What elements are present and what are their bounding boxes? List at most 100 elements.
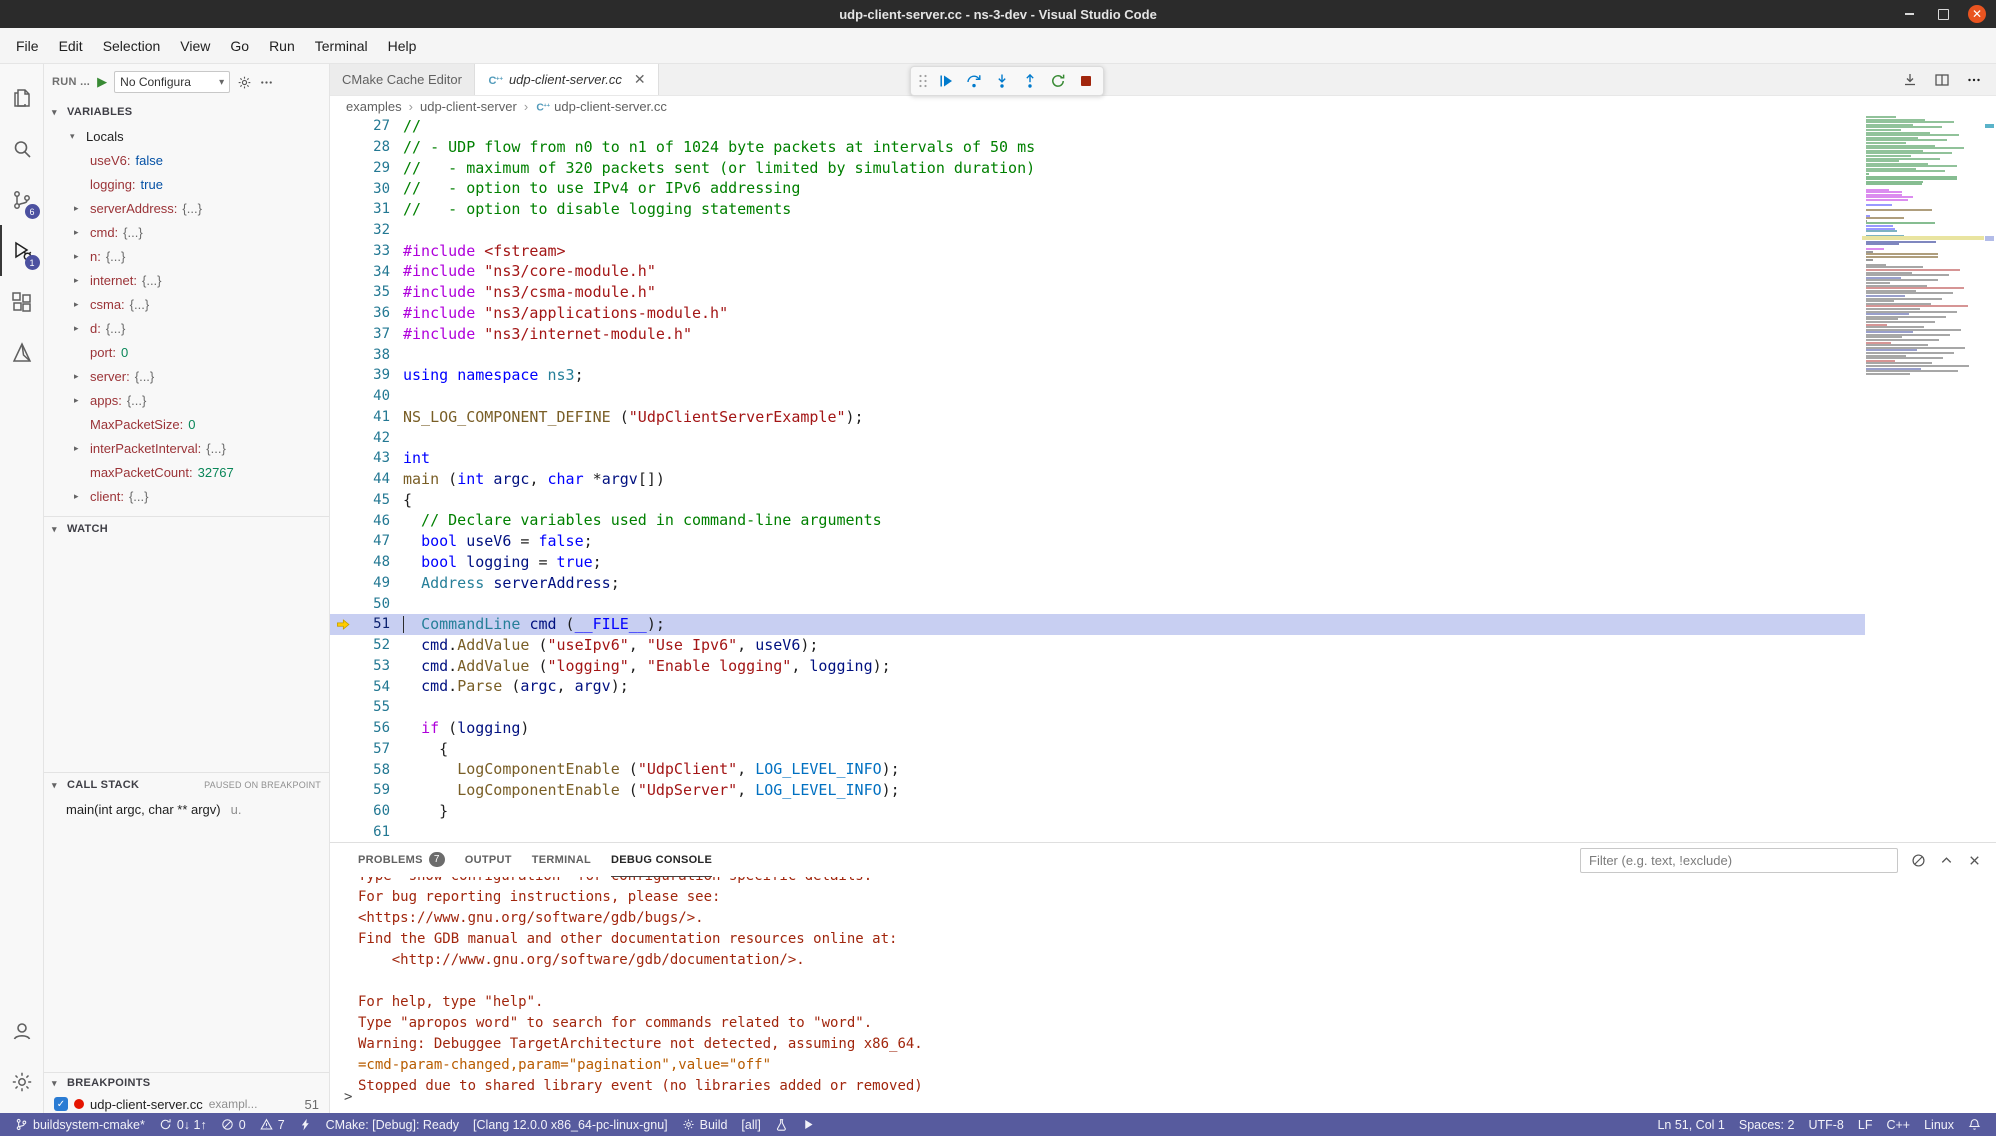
- code-line-41[interactable]: 41NS_LOG_COMPONENT_DEFINE ("UdpClientSer…: [330, 407, 1996, 428]
- line-number[interactable]: 53: [356, 658, 390, 674]
- variable-row-d[interactable]: ▸d:{...}: [44, 316, 329, 340]
- code-line-50[interactable]: 50: [330, 593, 1996, 614]
- variable-row-serveraddress[interactable]: ▸serverAddress:{...}: [44, 196, 329, 220]
- panel-tab-terminal[interactable]: TERMINAL: [532, 843, 591, 877]
- line-number[interactable]: 49: [356, 575, 390, 591]
- code-line-44[interactable]: 44main (int argc, char *argv[]): [330, 469, 1996, 490]
- status-language[interactable]: C++: [1879, 1113, 1917, 1136]
- status-build[interactable]: Build: [675, 1113, 735, 1136]
- menu-run[interactable]: Run: [259, 33, 305, 59]
- code-line-42[interactable]: 42: [330, 427, 1996, 448]
- line-number[interactable]: 58: [356, 762, 390, 778]
- menu-file[interactable]: File: [6, 33, 49, 59]
- line-number[interactable]: 55: [356, 699, 390, 715]
- activity-run-and-debug-icon[interactable]: 1: [0, 225, 44, 276]
- code-editor[interactable]: 27//28// - UDP flow from n0 to n1 of 102…: [330, 116, 1996, 842]
- line-number[interactable]: 60: [356, 803, 390, 819]
- status-indentation[interactable]: Spaces: 2: [1732, 1113, 1802, 1136]
- line-number[interactable]: 41: [356, 409, 390, 425]
- breadcrumb-item-examples[interactable]: examples: [346, 99, 402, 114]
- tab-cmake-cache-editor[interactable]: CMake Cache Editor: [330, 64, 475, 95]
- console-prompt[interactable]: >: [344, 1087, 352, 1108]
- code-line-47[interactable]: 47 bool useV6 = false;: [330, 531, 1996, 552]
- line-number[interactable]: 35: [356, 284, 390, 300]
- watch-header[interactable]: ▾ WATCH: [44, 517, 329, 541]
- variable-row-apps[interactable]: ▸apps:{...}: [44, 388, 329, 412]
- status-sync-changes[interactable]: 0↓ 1↑: [152, 1113, 214, 1136]
- line-number[interactable]: 36: [356, 305, 390, 321]
- variable-row-port[interactable]: port:0: [44, 340, 329, 364]
- line-number[interactable]: 44: [356, 471, 390, 487]
- code-line-56[interactable]: 56 if (logging): [330, 718, 1996, 739]
- line-number[interactable]: 59: [356, 782, 390, 798]
- status-eol[interactable]: LF: [1851, 1113, 1880, 1136]
- line-number[interactable]: 61: [356, 824, 390, 840]
- variables-header[interactable]: ▾ VARIABLES: [44, 100, 329, 124]
- variable-row-usev6[interactable]: useV6:false: [44, 148, 329, 172]
- status-ctest[interactable]: [768, 1113, 795, 1136]
- status-git-branch[interactable]: buildsystem-cmake*: [8, 1113, 152, 1136]
- variable-row-n[interactable]: ▸n:{...}: [44, 244, 329, 268]
- code-line-31[interactable]: 31// - option to disable logging stateme…: [330, 199, 1996, 220]
- code-line-58[interactable]: 58 LogComponentEnable ("UdpClient", LOG_…: [330, 759, 1996, 780]
- stack-frame[interactable]: main(int argc, char ** argv) u.: [44, 797, 329, 821]
- line-number[interactable]: 47: [356, 533, 390, 549]
- line-number[interactable]: 31: [356, 201, 390, 217]
- breakpoints-header[interactable]: ▾ BREAKPOINTS: [44, 1073, 329, 1093]
- variable-row-maxpacketsize[interactable]: MaxPacketSize:0: [44, 412, 329, 436]
- gear-icon[interactable]: [237, 75, 252, 90]
- line-number[interactable]: 37: [356, 326, 390, 342]
- variable-row-cmd[interactable]: ▸cmd:{...}: [44, 220, 329, 244]
- close-panel-icon[interactable]: [1967, 853, 1982, 868]
- status-errors[interactable]: 0: [214, 1113, 253, 1136]
- line-number[interactable]: 34: [356, 264, 390, 280]
- line-number[interactable]: 57: [356, 741, 390, 757]
- debug-current-line-arrow-icon[interactable]: [330, 617, 356, 632]
- activity-cmake-icon[interactable]: [0, 327, 44, 378]
- clear-console-icon[interactable]: [1911, 853, 1926, 868]
- code-line-37[interactable]: 37#include "ns3/internet-module.h": [330, 324, 1996, 345]
- variable-row-maxpacketcount[interactable]: maxPacketCount:32767: [44, 460, 329, 484]
- debug-stop-button[interactable]: [1072, 68, 1099, 94]
- breadcrumb-item-udp-client-server[interactable]: udp-client-server: [420, 99, 517, 114]
- line-number[interactable]: 54: [356, 679, 390, 695]
- menu-go[interactable]: Go: [220, 33, 259, 59]
- line-number[interactable]: 48: [356, 554, 390, 570]
- menu-terminal[interactable]: Terminal: [305, 33, 378, 59]
- line-number[interactable]: 45: [356, 492, 390, 508]
- variable-row-internet[interactable]: ▸internet:{...}: [44, 268, 329, 292]
- overview-ruler[interactable]: [1982, 116, 1996, 842]
- minimap[interactable]: [1866, 116, 1980, 375]
- activity-settings-icon[interactable]: [0, 1056, 44, 1107]
- code-line-61[interactable]: 61: [330, 822, 1996, 843]
- code-line-30[interactable]: 30// - option to use IPv4 or IPv6 addres…: [330, 178, 1996, 199]
- line-number[interactable]: 42: [356, 430, 390, 446]
- code-line-49[interactable]: 49 Address serverAddress;: [330, 573, 1996, 594]
- variable-row-client[interactable]: ▸client:{...}: [44, 484, 329, 508]
- status-cmake-status[interactable]: CMake: [Debug]: Ready: [319, 1113, 466, 1136]
- start-debugging-icon[interactable]: ▶: [97, 74, 107, 90]
- menu-help[interactable]: Help: [378, 33, 427, 59]
- status-encoding[interactable]: UTF-8: [1801, 1113, 1850, 1136]
- variable-row-interpacketinterval[interactable]: ▸interPacketInterval:{...}: [44, 436, 329, 460]
- debug-console[interactable]: Type "show configuration" for configurat…: [330, 877, 1996, 1113]
- code-line-32[interactable]: 32: [330, 220, 1996, 241]
- code-line-39[interactable]: 39using namespace ns3;: [330, 365, 1996, 386]
- scope-locals[interactable]: ▾ Locals: [44, 124, 329, 148]
- line-number[interactable]: 46: [356, 513, 390, 529]
- status-cursor-position[interactable]: Ln 51, Col 1: [1650, 1113, 1731, 1136]
- status-warnings[interactable]: 7: [253, 1113, 292, 1136]
- breakpoint-checkbox[interactable]: ✓: [54, 1097, 68, 1111]
- more-actions-icon[interactable]: [259, 75, 274, 90]
- code-line-34[interactable]: 34#include "ns3/core-module.h": [330, 261, 1996, 282]
- status-launch[interactable]: [795, 1113, 822, 1136]
- line-number[interactable]: 56: [356, 720, 390, 736]
- maximize-panel-icon[interactable]: [1939, 853, 1954, 868]
- line-number[interactable]: 50: [356, 596, 390, 612]
- status-cmake-quick-debug[interactable]: [292, 1113, 319, 1136]
- line-number[interactable]: 38: [356, 347, 390, 363]
- debug-restart-button[interactable]: [1044, 68, 1071, 94]
- code-line-59[interactable]: 59 LogComponentEnable ("UdpServer", LOG_…: [330, 780, 1996, 801]
- more-actions-icon[interactable]: [1966, 72, 1982, 88]
- drag-handle-icon[interactable]: [915, 68, 931, 94]
